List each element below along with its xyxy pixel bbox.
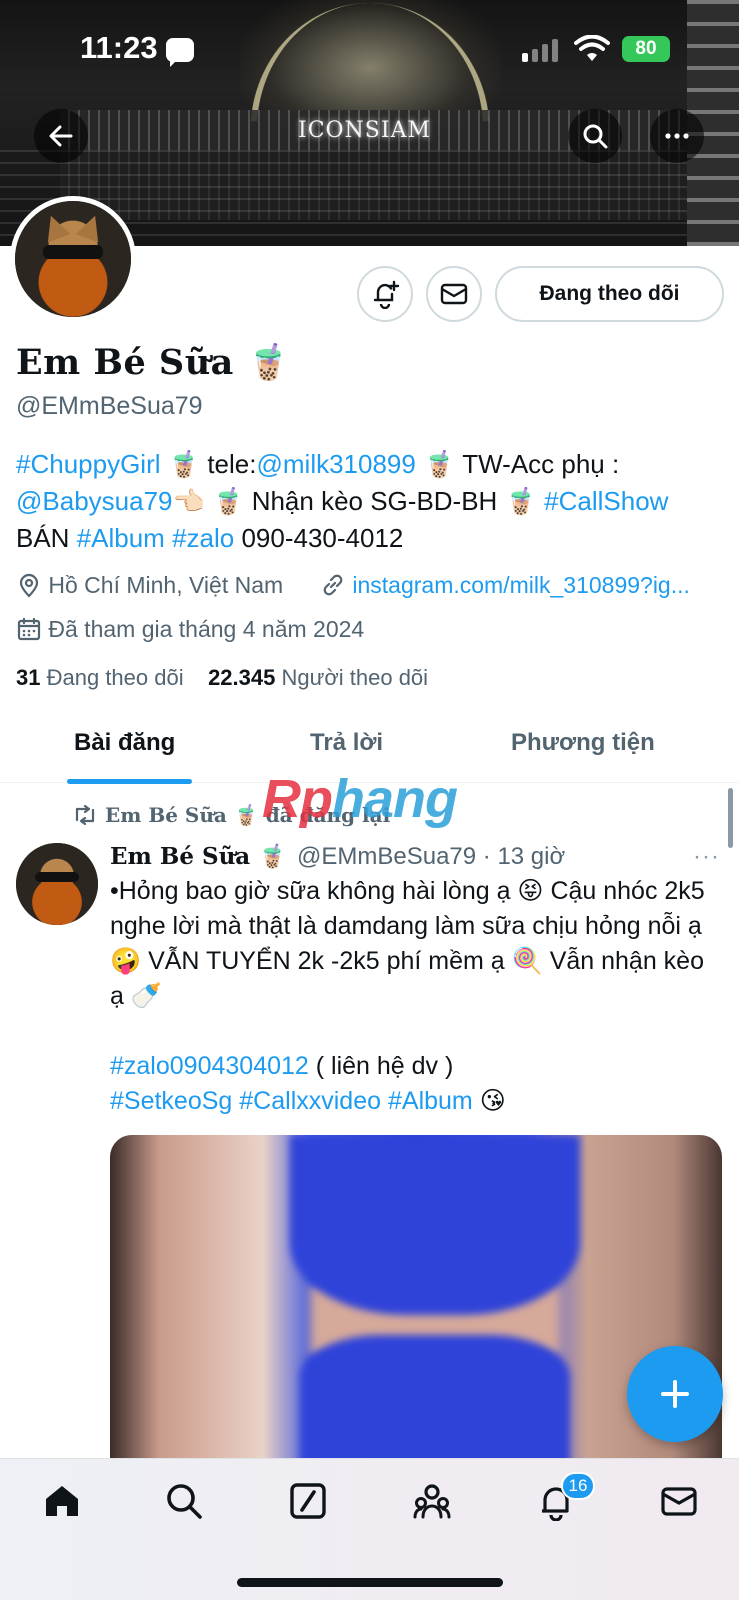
home-indicator bbox=[237, 1578, 503, 1587]
following-count: 31 bbox=[16, 665, 41, 690]
tab-media[interactable]: Phương tiện bbox=[511, 729, 655, 757]
cell-signal-icon bbox=[522, 38, 562, 62]
tab-replies[interactable]: Trả lời bbox=[310, 729, 383, 757]
following-label: Đang theo dõi bbox=[46, 665, 184, 690]
banner-sign: ICONSIAM bbox=[298, 118, 431, 143]
tweet-text: •Hỏng bao giờ sữa không hài lòng ạ 😝 Cậu… bbox=[110, 874, 722, 1119]
status-time: 11:23 bbox=[80, 30, 158, 65]
text-segment: BÁN bbox=[16, 523, 77, 553]
text-segment: 090-430-4012 bbox=[234, 523, 404, 553]
profile-page: ICONSIAM 11:23 80 Đang theo dõi Em Bé Sữ… bbox=[0, 0, 739, 1600]
search-icon bbox=[583, 124, 608, 149]
hashtag-link[interactable]: #zalo bbox=[172, 523, 234, 553]
text-segment: 🧋 tele: bbox=[160, 449, 257, 479]
following-link[interactable]: 31 Đang theo dõi bbox=[16, 665, 184, 690]
text-segment: 😘 bbox=[472, 1087, 506, 1115]
hashtag-link[interactable]: @Babysua79 bbox=[16, 486, 173, 516]
text-segment bbox=[165, 523, 172, 553]
hashtag-link[interactable]: @milk310899 bbox=[256, 449, 415, 479]
location-row: Hồ Chí Minh, Việt Nam bbox=[16, 572, 283, 599]
website-link[interactable]: instagram.com/milk_310899?ig... bbox=[352, 572, 690, 598]
mail-icon[interactable] bbox=[659, 1481, 699, 1521]
back-button[interactable] bbox=[34, 109, 88, 163]
retweet-icon bbox=[75, 804, 95, 826]
more-icon bbox=[665, 133, 689, 139]
communities-icon[interactable] bbox=[412, 1481, 452, 1521]
hashtag-link[interactable]: #ChuppyGirl bbox=[16, 449, 161, 479]
website-row[interactable]: instagram.com/milk_310899?ig... bbox=[320, 572, 720, 599]
search-icon[interactable] bbox=[164, 1481, 204, 1521]
status-bar: 11:23 80 bbox=[0, 0, 739, 100]
joined-row: Đã tham gia tháng 4 năm 2024 bbox=[16, 616, 364, 643]
notifications-badge: 16 bbox=[561, 1472, 595, 1500]
mail-icon bbox=[440, 283, 468, 305]
follow-stats: 31 Đang theo dõi 22.345 Người theo dõi bbox=[16, 665, 428, 691]
tab-posts[interactable]: Bài đăng bbox=[74, 729, 175, 757]
tweet-more-button[interactable]: ··· bbox=[693, 843, 720, 871]
hashtag-link[interactable]: #Callxxvideo bbox=[239, 1087, 381, 1115]
text-segment: ( liên hệ dv ) bbox=[308, 1052, 454, 1080]
battery-indicator: 80 bbox=[622, 36, 670, 62]
text-segment bbox=[381, 1087, 388, 1115]
message-button[interactable] bbox=[426, 266, 482, 322]
tweet-media[interactable] bbox=[110, 1135, 722, 1465]
tweet-author-name[interactable]: Em Bé Sữa 🧋 bbox=[110, 843, 287, 870]
location-text: Hồ Chí Minh, Việt Nam bbox=[48, 572, 284, 598]
search-button[interactable] bbox=[568, 109, 622, 163]
scrollbar[interactable] bbox=[728, 788, 733, 848]
followers-count: 22.345 bbox=[208, 665, 276, 690]
hashtag-link[interactable]: #CallShow bbox=[544, 486, 668, 516]
followers-label: Người theo dõi bbox=[281, 665, 429, 690]
tweet-author-handle[interactable]: @EMmBeSua79 · 13 giờ bbox=[297, 843, 565, 871]
text-segment: 🧋 TW-Acc phụ : bbox=[415, 449, 620, 479]
bell-plus-icon bbox=[373, 280, 400, 309]
hashtag-link[interactable]: #SetkeoSg bbox=[110, 1087, 232, 1115]
location-icon bbox=[19, 573, 39, 598]
calendar-icon bbox=[17, 617, 41, 641]
hashtag-link[interactable]: #zalo0904304012 bbox=[110, 1052, 309, 1080]
more-button[interactable] bbox=[650, 109, 704, 163]
home-icon[interactable] bbox=[42, 1481, 82, 1521]
text-segment: •Hỏng bao giờ sữa không hài lòng ạ 😝 Cậu… bbox=[110, 877, 705, 1010]
followers-link[interactable]: 22.345 Người theo dõi bbox=[208, 665, 428, 690]
hashtag-link[interactable]: #Album bbox=[388, 1087, 473, 1115]
tweet-avatar[interactable] bbox=[16, 843, 98, 925]
profile-handle: @EMmBeSua79 bbox=[16, 392, 203, 420]
profile-avatar[interactable] bbox=[10, 196, 136, 322]
link-icon bbox=[323, 574, 343, 596]
active-tab-indicator bbox=[67, 779, 192, 784]
profile-bio: #ChuppyGirl 🧋 tele:@milk310899 🧋 TW-Acc … bbox=[16, 446, 728, 557]
compose-fab-button[interactable] bbox=[627, 1346, 723, 1442]
joined-text: Đã tham gia tháng 4 năm 2024 bbox=[48, 616, 365, 642]
watermark: Rphang bbox=[262, 769, 458, 829]
hashtag-link[interactable]: #Album bbox=[77, 523, 165, 553]
wifi-icon bbox=[574, 35, 610, 61]
message-icon bbox=[166, 38, 194, 67]
notify-button[interactable] bbox=[357, 266, 413, 322]
compose-icon[interactable] bbox=[288, 1481, 328, 1521]
text-segment: 👈🏻 🧋 Nhận kèo SG-BD-BH 🧋 bbox=[172, 486, 545, 516]
following-button[interactable]: Đang theo dõi bbox=[495, 266, 724, 322]
back-arrow-icon bbox=[49, 125, 73, 147]
display-name: Em Bé Sữa 🧋 bbox=[16, 342, 291, 383]
